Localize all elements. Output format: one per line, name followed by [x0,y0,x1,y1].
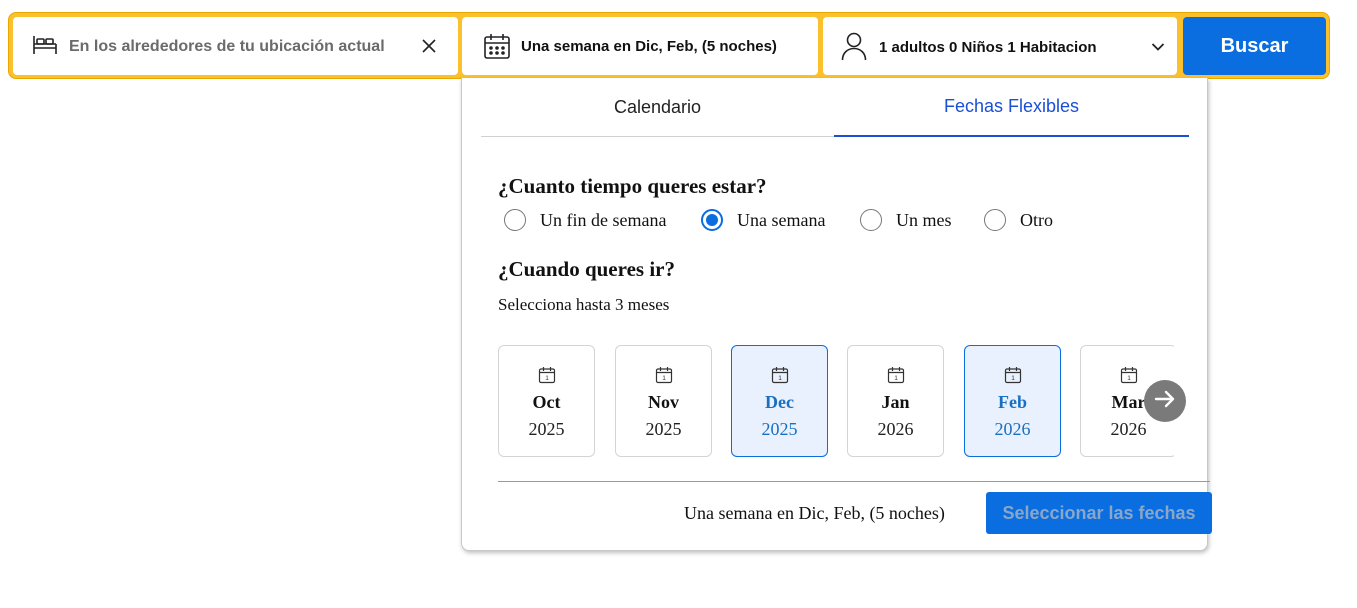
guests-field[interactable]: 1 adultos 0 Niños 1 Habitacion [823,17,1177,75]
divider [498,481,1210,482]
next-months-button[interactable] [1144,380,1186,422]
month-carousel: 1 Oct 2025 1 Nov 2025 1 Dec 2025 1 Jan 2… [498,344,1174,458]
calendar-icon: 1 [538,366,556,389]
calendar-icon: 1 [1120,366,1138,389]
svg-text:1: 1 [545,375,549,382]
month-year: 2025 [761,419,798,439]
person-icon [841,31,867,61]
radio-other[interactable]: Otro [984,209,1053,231]
dates-text: Una semana en Dic, Feb, (5 noches) [521,38,777,55]
radio-button[interactable] [984,209,1006,231]
radio-label: Un fin de semana [540,209,667,230]
calendar-icon: 1 [1004,366,1022,389]
month-year: 2025 [528,419,565,439]
radio-week[interactable]: Una semana [701,209,825,231]
radio-button[interactable] [701,209,723,231]
calendar-icon: 1 [887,366,905,389]
radio-button[interactable] [860,209,882,231]
destination-text: En los alrededores de tu ubicación actua… [69,38,385,55]
date-picker-panel: Calendario Fechas Flexibles ¿Cuanto tiem… [461,78,1212,551]
chevron-down-icon[interactable] [1151,39,1165,57]
tab-flexible-dates[interactable]: Fechas Flexibles [834,78,1189,137]
close-icon[interactable] [421,38,437,59]
calendar-icon: 1 [655,366,673,389]
month-name: Dec [765,392,794,412]
month-year: 2026 [877,419,914,439]
calendar-icon: 1 [771,366,789,389]
search-button[interactable]: Buscar [1183,17,1326,75]
radio-month[interactable]: Un mes [860,209,952,231]
svg-text:1: 1 [662,375,666,382]
date-picker-tabs: Calendario Fechas Flexibles [481,78,1189,137]
dates-field[interactable]: Una semana en Dic, Feb, (5 noches) [462,17,818,75]
radio-label: Un mes [896,209,952,230]
month-card-feb[interactable]: 1 Feb 2026 [964,345,1061,457]
calendar-icon [483,32,511,60]
radio-label: Una semana [737,209,826,230]
bed-icon [31,34,59,56]
select-dates-button[interactable]: Seleccionar las fechas [986,492,1212,534]
radio-button[interactable] [504,209,526,231]
month-name: Jan [881,392,910,412]
tab-calendar[interactable]: Calendario [481,78,834,137]
month-name: Oct [532,392,561,412]
month-year: 2025 [645,419,682,439]
radio-weekend[interactable]: Un fin de semana [504,209,666,231]
search-bar: En los alrededores de tu ubicación actua… [8,12,1330,79]
when-question: ¿Cuando queres ir? [498,257,675,281]
svg-text:1: 1 [894,375,898,382]
guests-text: 1 adultos 0 Niños 1 Habitacion [879,39,1097,56]
radio-label: Otro [1020,209,1053,230]
svg-text:1: 1 [1127,375,1131,382]
duration-question: ¿Cuanto tiempo queres estar? [498,174,767,198]
when-hint: Selecciona hasta 3 meses [498,295,670,314]
month-card-jan[interactable]: 1 Jan 2026 [847,345,944,457]
month-name: Nov [648,392,679,412]
destination-field[interactable]: En los alrededores de tu ubicación actua… [13,17,458,75]
month-year: 2026 [1110,419,1147,439]
month-card-dec[interactable]: 1 Dec 2025 [731,345,828,457]
selection-summary: Una semana en Dic, Feb, (5 noches) [684,503,945,523]
arrow-right-icon [1154,389,1176,414]
month-card-oct[interactable]: 1 Oct 2025 [498,345,595,457]
month-year: 2026 [994,419,1031,439]
svg-text:1: 1 [1011,375,1015,382]
svg-text:1: 1 [778,375,782,382]
month-card-nov[interactable]: 1 Nov 2025 [615,345,712,457]
month-name: Feb [998,392,1027,412]
